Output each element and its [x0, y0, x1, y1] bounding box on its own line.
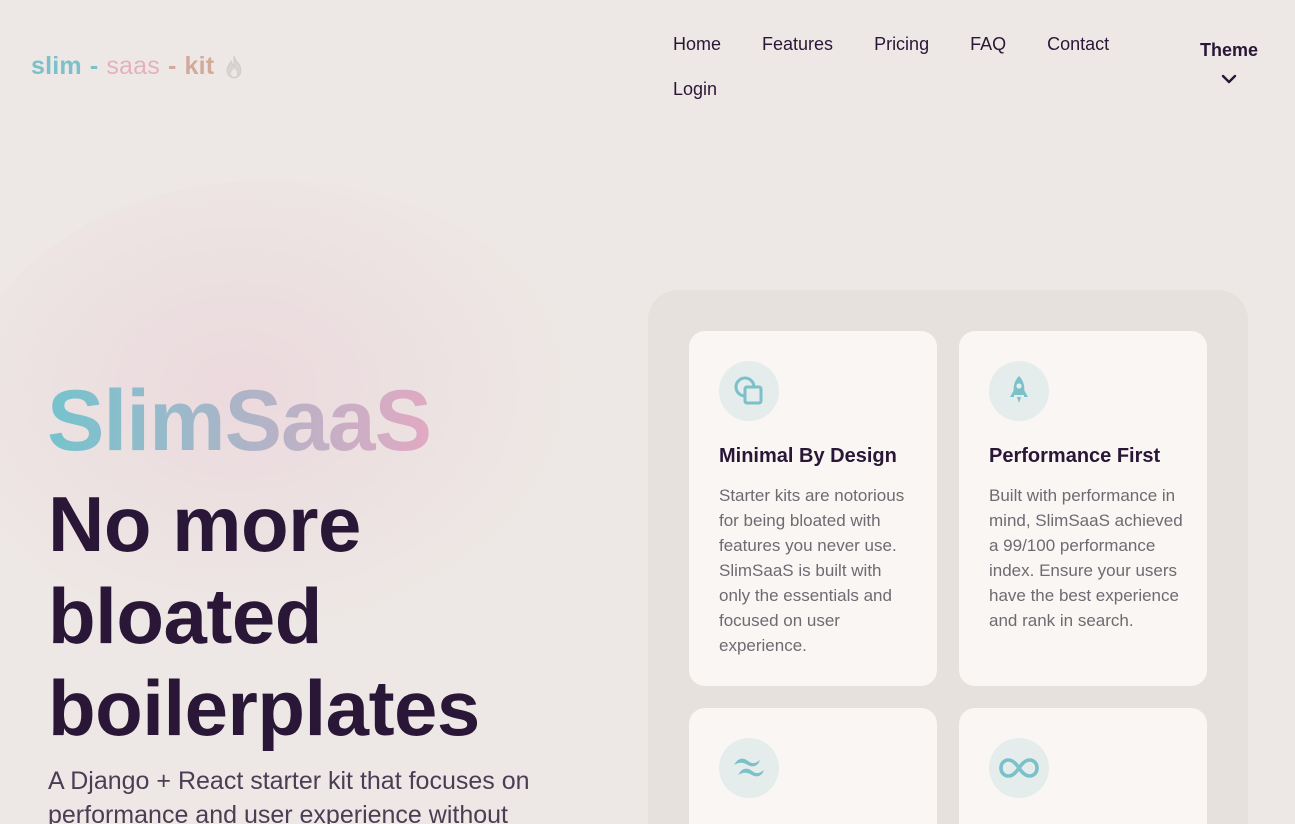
- nav-contact[interactable]: Contact: [1047, 32, 1109, 56]
- squares-icon: [719, 361, 779, 421]
- flame-icon: [224, 55, 244, 79]
- theme-dropdown[interactable]: Theme: [1199, 40, 1259, 90]
- feature-title: Minimal By Design: [719, 445, 897, 467]
- nav-features[interactable]: Features: [762, 32, 833, 56]
- logo-part-slim: slim: [31, 52, 82, 80]
- nav-pricing[interactable]: Pricing: [874, 32, 929, 56]
- nav-login[interactable]: Login: [673, 77, 717, 101]
- feature-card: [959, 708, 1207, 824]
- hero-subtitle: A Django + React starter kit that focuse…: [48, 767, 530, 824]
- logo-part-kit: kit: [184, 52, 215, 80]
- nav-home[interactable]: Home: [673, 32, 721, 56]
- chevron-down-icon: [1220, 69, 1238, 90]
- feature-text: Built with performance in mind, SlimSaaS…: [989, 486, 1183, 630]
- tailwind-icon: [719, 738, 779, 798]
- infinity-icon: [989, 738, 1049, 798]
- logo-separator: -: [167, 52, 177, 80]
- feature-card: [689, 708, 937, 824]
- feature-text: Starter kits are notorious for being blo…: [719, 486, 905, 655]
- hero-brand-name: SlimSaaS: [47, 373, 432, 469]
- feature-card: Performance First Built with performance…: [959, 331, 1207, 686]
- logo[interactable]: slim - saas - kit: [31, 52, 244, 81]
- main-nav: Home Features Pricing FAQ Contact Login: [673, 32, 1133, 101]
- feature-card: Minimal By Design Starter kits are notor…: [689, 331, 937, 686]
- feature-title: Performance First: [989, 445, 1161, 467]
- rocket-icon: [989, 361, 1049, 421]
- logo-separator: -: [89, 52, 99, 80]
- logo-part-saas: saas: [106, 52, 160, 80]
- hero-title: No more bloated boilerplates: [48, 480, 480, 752]
- theme-label: Theme: [1199, 40, 1259, 60]
- nav-faq[interactable]: FAQ: [970, 32, 1006, 56]
